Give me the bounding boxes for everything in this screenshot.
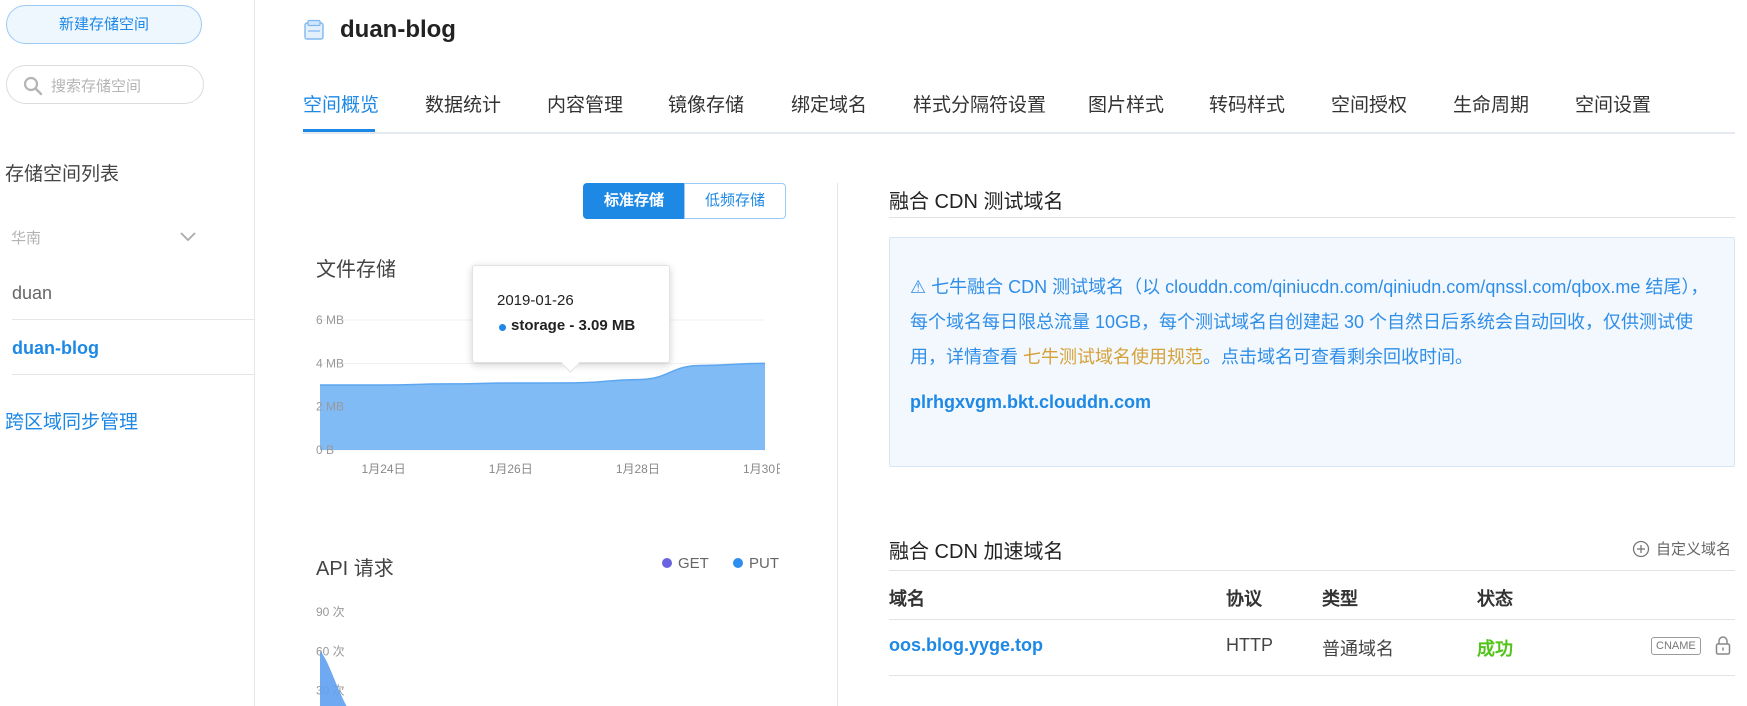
lock-icon[interactable]: [1715, 635, 1731, 655]
cdn-domains-title: 融合 CDN 加速域名: [889, 541, 1064, 563]
x-tick-label: 1月28日: [616, 462, 660, 476]
cdn-domain-protocol: HTTP: [1226, 635, 1273, 655]
column-header-type: 类型: [1322, 589, 1358, 609]
x-tick-label: 1月30日: [743, 462, 780, 476]
column-header-status: 状态: [1477, 589, 1513, 609]
standard-storage-button[interactable]: 标准存储: [583, 183, 685, 219]
divider: [12, 319, 254, 320]
add-custom-domain-button[interactable]: 自定义域名: [1632, 538, 1731, 559]
get-series-area: [320, 651, 347, 706]
legend-get[interactable]: GET: [662, 555, 709, 572]
storage-area: [320, 363, 765, 450]
sidebar: 新建存储空间 存储空间列表 华南 duan duan-blog 跨区域同步管理: [0, 0, 255, 706]
bucket-search-box[interactable]: [6, 65, 204, 104]
tab-content[interactable]: 内容管理: [547, 90, 623, 117]
divider: [12, 374, 254, 375]
bucket-item-duan-blog[interactable]: duan-blog: [12, 338, 99, 359]
y-tick-label: 90 次: [316, 605, 345, 619]
legend-put-label: PUT: [749, 555, 779, 572]
chart-tooltip: 2019-01-26 storage - 3.09 MB: [472, 265, 670, 373]
tab-lifecycle[interactable]: 生命周期: [1453, 90, 1529, 117]
legend-put-dot: [733, 558, 743, 568]
y-tick-label: 4 MB: [316, 356, 344, 370]
tab-statistics[interactable]: 数据统计: [425, 90, 501, 117]
bucket-item-duan[interactable]: duan: [12, 283, 52, 304]
tab-transcode-style[interactable]: 转码样式: [1209, 90, 1285, 117]
test-domain-policy-link[interactable]: 七牛测试域名使用规范: [1023, 347, 1203, 367]
api-requests-title: API 请求: [316, 558, 394, 580]
low-frequency-storage-button[interactable]: 低频存储: [684, 183, 786, 219]
tab-settings[interactable]: 空间设置: [1575, 90, 1651, 117]
x-tick-label: 1月26日: [489, 462, 533, 476]
divider: [889, 570, 1735, 571]
divider: [889, 675, 1735, 676]
x-tick-label: 1月24日: [362, 462, 406, 476]
search-icon: [23, 76, 43, 96]
tab-overview[interactable]: 空间概览: [303, 90, 379, 117]
tooltip-value: storage - 3.09 MB: [511, 317, 636, 334]
y-tick-label: 2 MB: [316, 400, 344, 414]
test-domain-title: 融合 CDN 测试域名: [889, 191, 1064, 213]
column-header-domain: 域名: [889, 589, 925, 609]
legend-get-dot: [662, 558, 672, 568]
tab-bar: 空间概览 数据统计 内容管理 镜像存储 绑定域名 样式分隔符设置 图片样式 转码…: [303, 78, 1735, 134]
column-divider: [837, 183, 838, 706]
notice-tail-text: 。点击域名可查看剩余回收时间。: [1203, 347, 1474, 367]
page-title: duan-blog: [340, 16, 456, 43]
column-header-protocol: 协议: [1226, 589, 1262, 609]
legend-get-label: GET: [678, 555, 709, 572]
divider: [889, 217, 1735, 218]
tab-style-separator[interactable]: 样式分隔符设置: [913, 90, 1046, 117]
new-bucket-button[interactable]: 新建存储空间: [6, 5, 202, 44]
test-domain-link[interactable]: plrhgxvgm.bkt.clouddn.com: [910, 392, 1151, 413]
tab-authorization[interactable]: 空间授权: [1331, 90, 1407, 117]
plus-circle-icon: [1632, 540, 1650, 558]
tab-mirror[interactable]: 镜像存储: [668, 90, 744, 117]
bucket-icon: [304, 19, 324, 40]
cross-region-sync-link[interactable]: 跨区域同步管理: [5, 407, 138, 434]
api-requests-chart: 30 次60 次90 次: [316, 605, 347, 706]
add-custom-domain-label: 自定义域名: [1656, 541, 1732, 558]
bucket-list-heading: 存储空间列表: [5, 164, 120, 185]
notice-text: ⚠ 七牛融合 CDN 测试域名（以 clouddn.com/qiniucdn.c…: [910, 270, 1715, 375]
chevron-down-icon: [180, 232, 196, 242]
cdn-domain-link[interactable]: oos.blog.yyge.top: [889, 635, 1043, 656]
tooltip-date: 2019-01-26: [497, 292, 574, 309]
divider: [889, 619, 1735, 620]
y-tick-label: 0 B: [316, 443, 334, 457]
cname-badge[interactable]: CNAME: [1651, 637, 1701, 655]
cdn-domain-status: 成功: [1477, 639, 1513, 659]
tooltip-series-dot: [499, 324, 506, 331]
region-selector[interactable]: 华南: [11, 225, 197, 249]
y-tick-label: 6 MB: [316, 313, 344, 327]
active-tab-indicator: [303, 129, 375, 132]
file-storage-title: 文件存储: [316, 259, 396, 281]
storage-type-toggle: 标准存储 低频存储: [583, 183, 786, 219]
tab-domain-binding[interactable]: 绑定域名: [791, 90, 867, 117]
legend-put[interactable]: PUT: [733, 555, 779, 572]
cdn-domain-type: 普通域名: [1322, 639, 1394, 659]
tab-image-style[interactable]: 图片样式: [1088, 90, 1164, 117]
test-domain-notice: ⚠ 七牛融合 CDN 测试域名（以 clouddn.com/qiniucdn.c…: [889, 237, 1735, 467]
region-label: 华南: [11, 230, 42, 247]
bucket-search-input[interactable]: [49, 74, 193, 98]
